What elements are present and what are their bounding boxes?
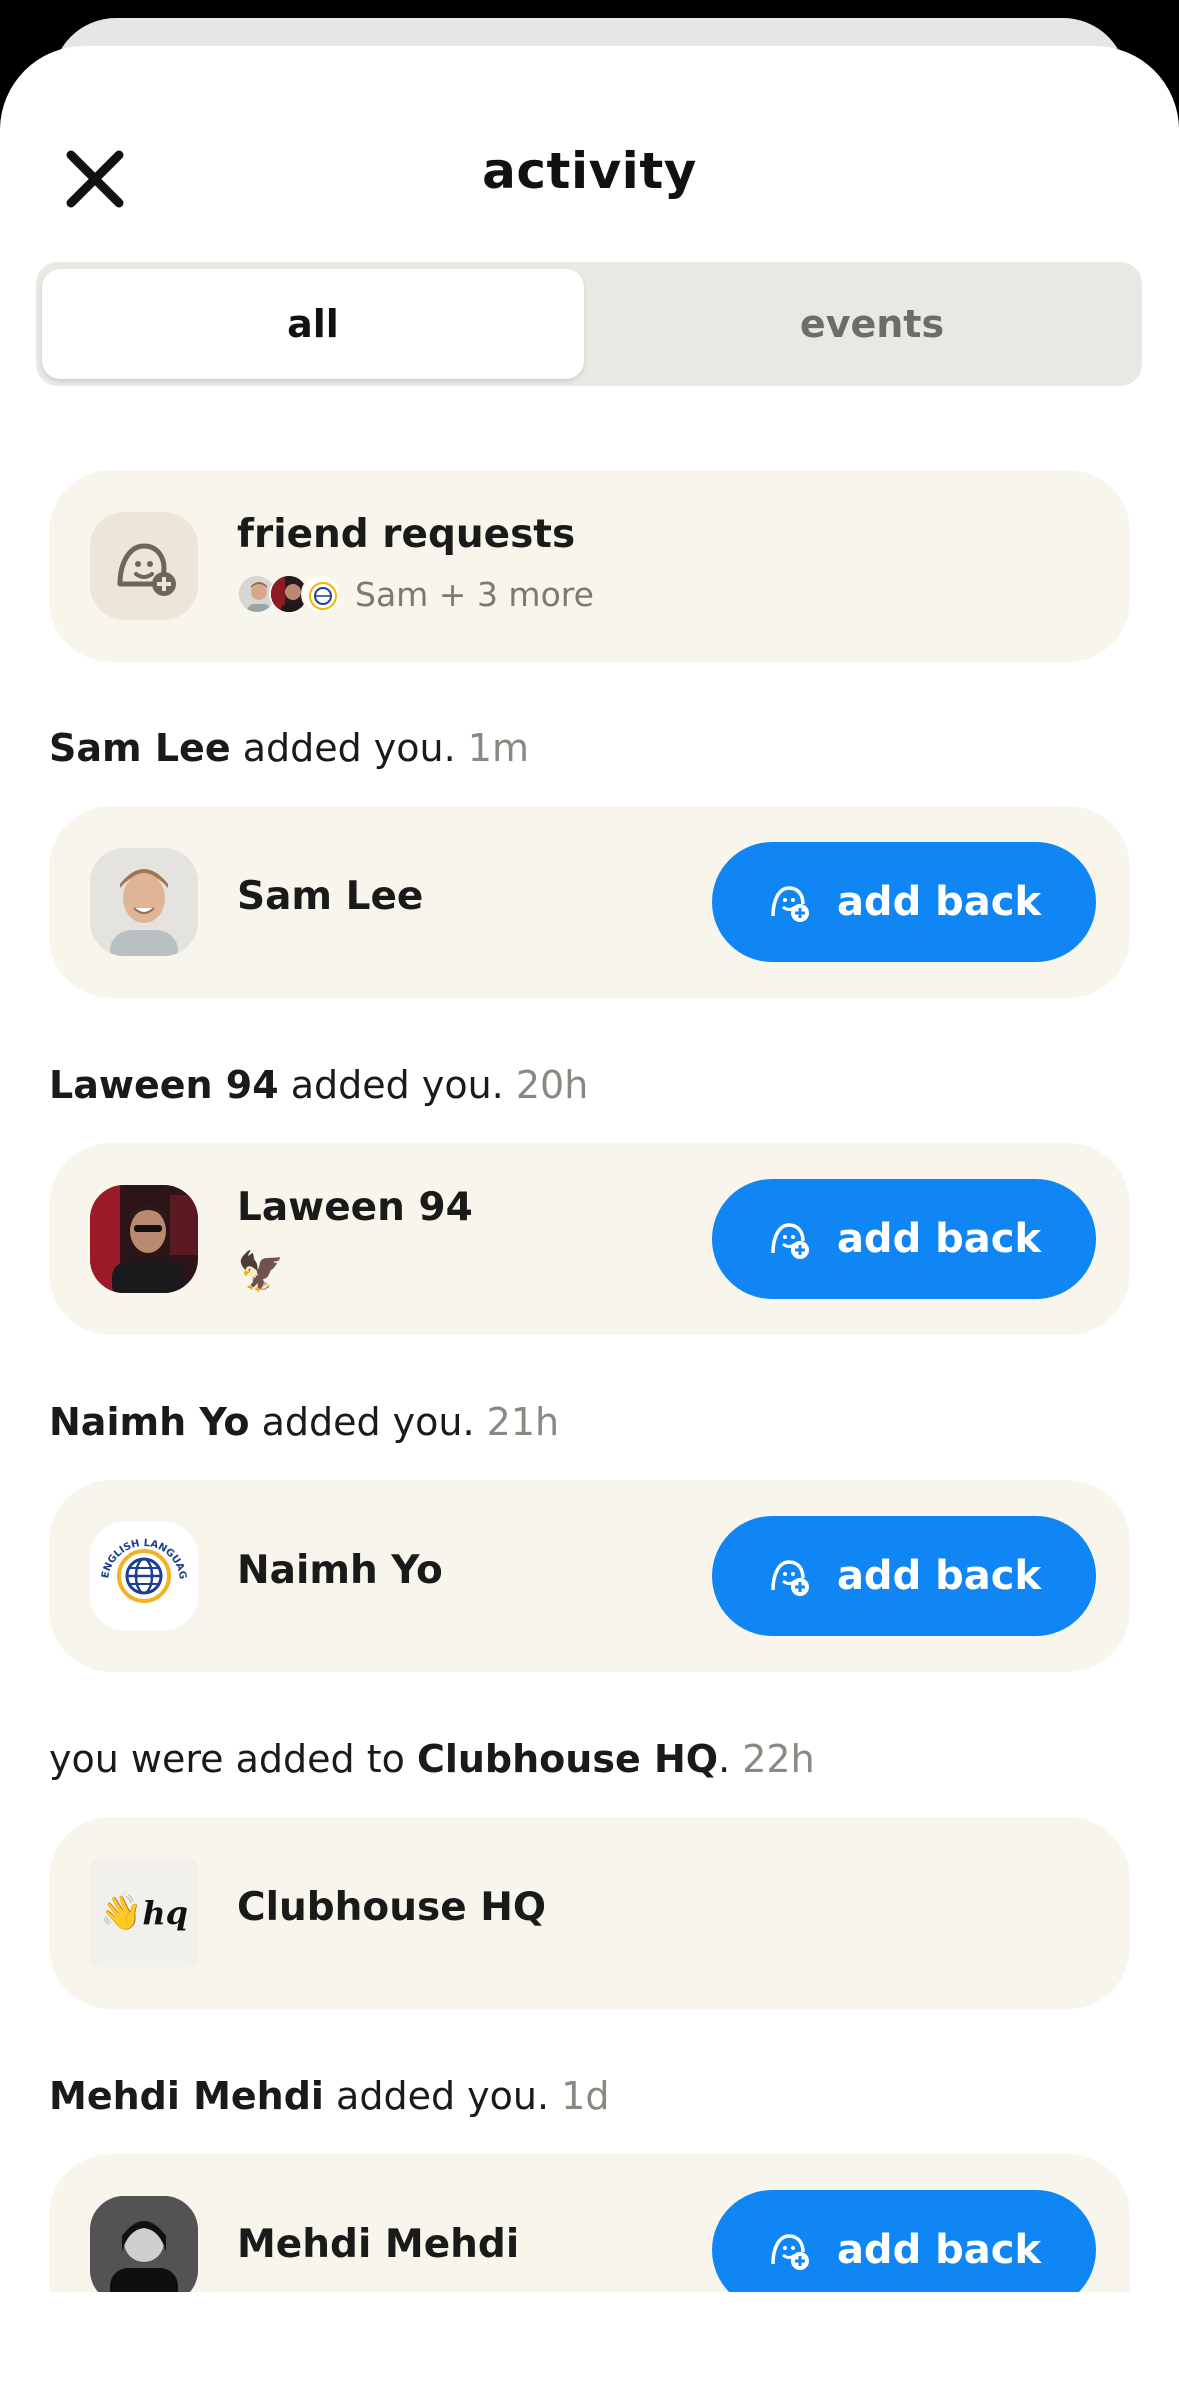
- avatar[interactable]: [90, 848, 198, 956]
- activity-actor[interactable]: Clubhouse HQ: [417, 1737, 718, 1781]
- activity-actor[interactable]: Mehdi Mehdi: [49, 2074, 324, 2118]
- activity-line: Mehdi Mehdi added you. 1d: [49, 2074, 610, 2118]
- friend-requests-summary: Sam + 3 more: [237, 574, 594, 614]
- hq-logo-text: hq: [142, 1894, 188, 1932]
- activity-line: Naimh Yo added you. 21h: [49, 1400, 560, 1444]
- clubhouse-hq-logo[interactable]: 👋 hq: [90, 1859, 198, 1967]
- add-friend-icon: [771, 1560, 809, 1596]
- avatar[interactable]: ENGLISH LANGUAGE CLUB: [90, 1522, 198, 1630]
- add-back-button[interactable]: add back: [712, 1179, 1096, 1299]
- activity-line: Laween 94 added you. 20h: [49, 1063, 589, 1107]
- tab-events[interactable]: events: [622, 269, 1122, 379]
- add-back-button[interactable]: add back: [712, 1516, 1096, 1636]
- friend-requests-card[interactable]: friend requests Sam + 3 more: [49, 470, 1130, 662]
- add-back-button[interactable]: add back: [712, 842, 1096, 962]
- bottom-area: [0, 2292, 1179, 2396]
- activity-line: you were added to Clubhouse HQ. 22h: [49, 1737, 815, 1781]
- page-title: activity: [482, 142, 697, 200]
- add-friend-icon: [771, 2234, 809, 2270]
- friend-add-icon: [90, 512, 198, 620]
- activity-line: Sam Lee added you. 1m: [49, 726, 529, 770]
- user-card[interactable]: Laween 94 🦅 add back: [49, 1143, 1130, 1335]
- add-friend-icon: [771, 886, 809, 922]
- header: activity: [0, 46, 1179, 226]
- avatar: [301, 574, 341, 614]
- waving-hand-icon: 👋: [100, 1893, 143, 1933]
- user-name: Laween 94: [237, 1185, 473, 1230]
- user-name: Sam Lee: [237, 874, 424, 919]
- club-card[interactable]: 👋 hq Clubhouse HQ: [49, 1817, 1130, 2009]
- friend-requests-count: Sam + 3 more: [355, 574, 594, 614]
- activity-actor[interactable]: Laween 94: [49, 1063, 279, 1107]
- club-name: Clubhouse HQ: [237, 1885, 547, 1930]
- user-emoji: 🦅: [237, 1249, 285, 1293]
- activity-actor[interactable]: Naimh Yo: [49, 1400, 249, 1444]
- friend-requests-title: friend requests: [237, 512, 576, 557]
- avatar[interactable]: [90, 1185, 198, 1293]
- add-back-label: add back: [836, 1553, 1042, 1599]
- segmented-control: all events: [36, 262, 1142, 386]
- user-name: Mehdi Mehdi: [237, 2222, 520, 2267]
- activity-sheet: activity all events friend requests Sam …: [0, 46, 1179, 2396]
- user-card[interactable]: ENGLISH LANGUAGE CLUB Naimh Yo add back: [49, 1480, 1130, 1672]
- user-card[interactable]: Sam Lee add back: [49, 806, 1130, 998]
- add-friend-icon: [771, 1223, 809, 1259]
- add-back-label: add back: [836, 879, 1042, 925]
- add-back-label: add back: [836, 2227, 1042, 2273]
- activity-actor[interactable]: Sam Lee: [49, 726, 231, 770]
- add-back-label: add back: [836, 1216, 1042, 1262]
- avatar[interactable]: [90, 2196, 198, 2304]
- tab-all[interactable]: all: [42, 269, 584, 379]
- user-name: Naimh Yo: [237, 1548, 443, 1593]
